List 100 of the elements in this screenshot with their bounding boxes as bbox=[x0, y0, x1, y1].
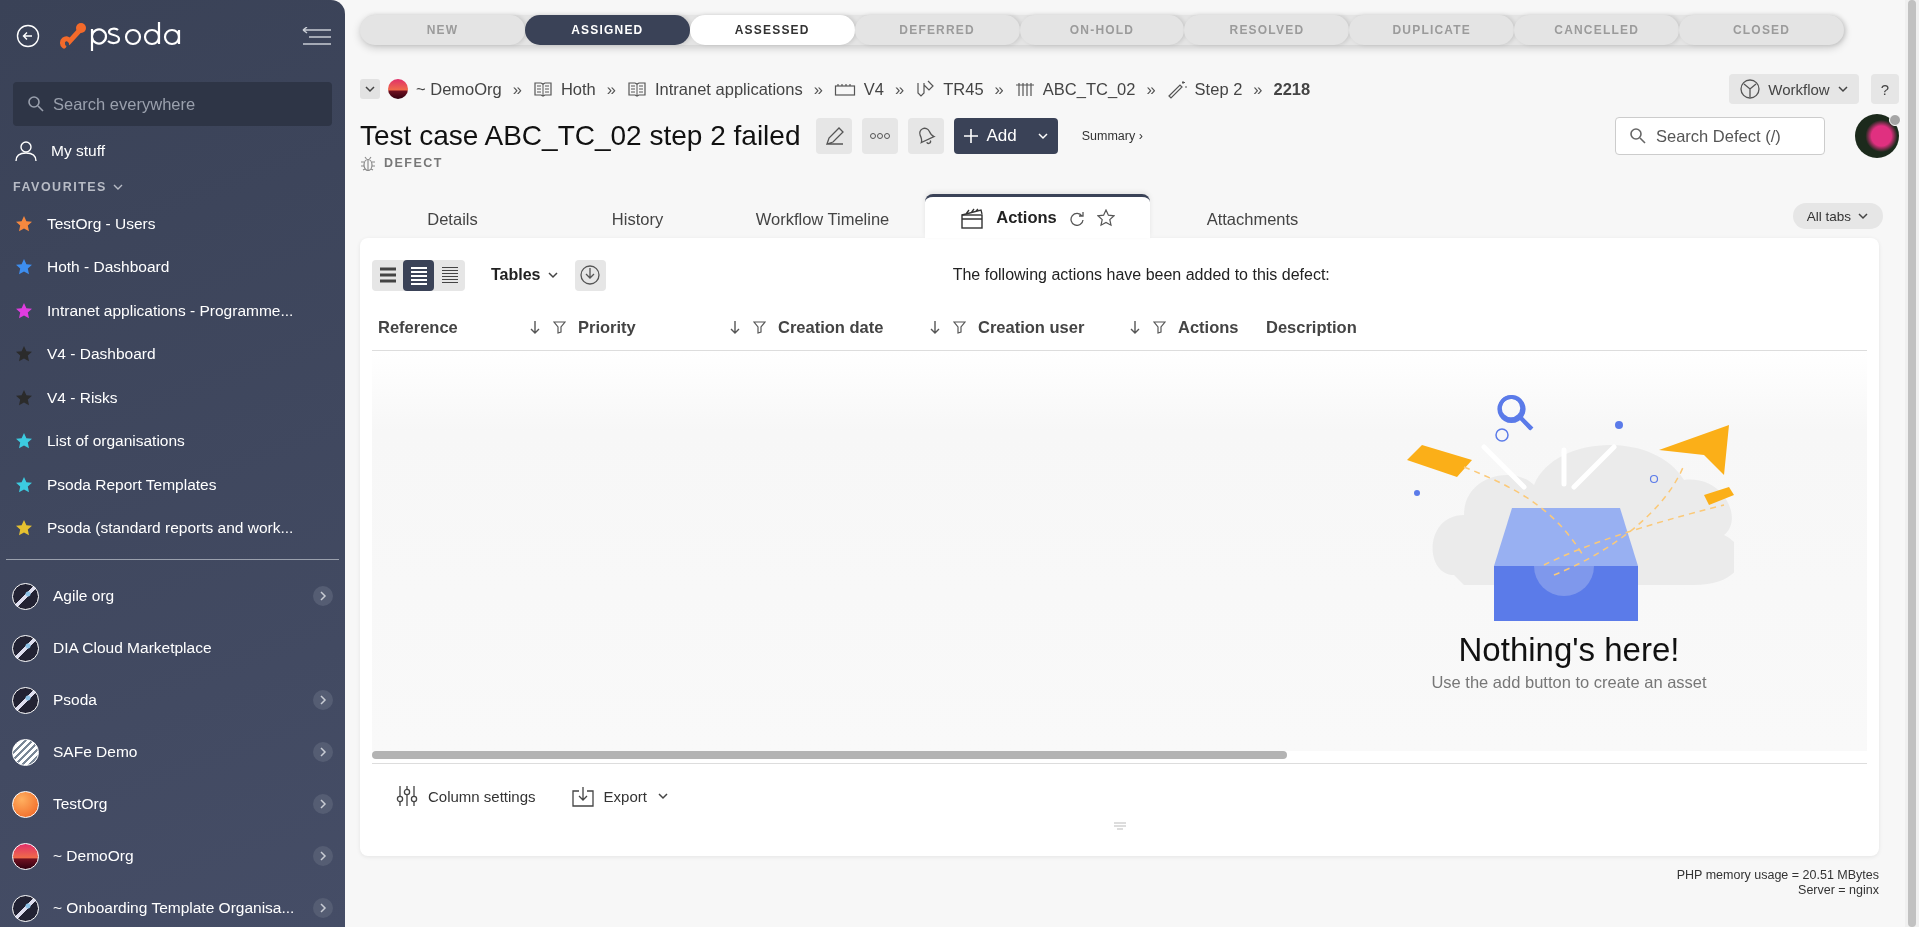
vertical-scrollbar[interactable] bbox=[1908, 0, 1916, 927]
download-button[interactable] bbox=[574, 259, 606, 291]
star-icon[interactable] bbox=[15, 432, 33, 451]
sort-arrow-icon[interactable] bbox=[529, 320, 541, 334]
star-icon[interactable] bbox=[15, 388, 33, 407]
breadcrumb-link[interactable]: ~ DemoOrg bbox=[416, 79, 502, 99]
refresh-icon[interactable] bbox=[1068, 209, 1085, 226]
star-icon[interactable] bbox=[15, 214, 33, 233]
star-icon[interactable] bbox=[15, 519, 33, 538]
column-header[interactable]: Priority bbox=[578, 317, 778, 337]
column-settings-button[interactable]: Column settings bbox=[396, 780, 536, 812]
star-outline-icon[interactable] bbox=[1096, 208, 1115, 227]
tab[interactable]: Workflow Timeline bbox=[730, 200, 915, 238]
workflow-button[interactable]: Workflow bbox=[1729, 74, 1859, 104]
organisation-link[interactable]: ~ Onboarding Template Organisa... bbox=[53, 899, 299, 917]
favourite-link[interactable]: Intranet applications - Programme... bbox=[47, 301, 294, 320]
section-heading[interactable]: FAVOURITES bbox=[13, 180, 107, 194]
breadcrumb-link[interactable]: TR45 bbox=[943, 79, 984, 99]
workflow-step[interactable]: ASSESSED bbox=[689, 15, 855, 45]
organisation-link[interactable]: TestOrg bbox=[53, 795, 299, 813]
breadcrumb-link[interactable]: Intranet applications bbox=[655, 79, 803, 99]
favourite-link[interactable]: Psoda Report Templates bbox=[47, 475, 217, 494]
download-icon bbox=[579, 264, 601, 286]
breadcrumb-link[interactable]: Step 2 bbox=[1194, 79, 1243, 99]
plus-icon bbox=[963, 128, 980, 144]
add-button[interactable]: Add bbox=[954, 118, 1058, 154]
tab[interactable]: Details bbox=[360, 200, 545, 238]
status-dot bbox=[1889, 114, 1901, 126]
rows-icon bbox=[439, 264, 460, 286]
expand-button[interactable] bbox=[313, 846, 333, 866]
column-header[interactable]: Creation user bbox=[978, 317, 1178, 337]
chevron-down-icon[interactable] bbox=[112, 182, 123, 192]
filter-icon[interactable] bbox=[1153, 320, 1166, 334]
organisation-link[interactable]: SAFe Demo bbox=[53, 743, 299, 761]
search-field[interactable]: Search Defect (/) bbox=[1615, 117, 1825, 155]
favourite-link[interactable]: TestOrg - Users bbox=[47, 214, 156, 233]
favourite-link[interactable]: V4 - Dashboard bbox=[47, 345, 156, 364]
filter-icon[interactable] bbox=[953, 320, 966, 334]
breadcrumb-separator: » bbox=[606, 79, 616, 99]
more-button[interactable] bbox=[862, 118, 899, 154]
star-icon[interactable] bbox=[15, 301, 33, 320]
tables-menu-button[interactable]: Tables bbox=[485, 265, 565, 285]
export-icon bbox=[571, 785, 594, 807]
search-icon bbox=[1629, 127, 1646, 144]
tab[interactable]: Actions bbox=[925, 194, 1150, 238]
psoda-logo[interactable] bbox=[58, 20, 88, 52]
user-avatar[interactable] bbox=[1855, 114, 1899, 158]
dropdown-button[interactable] bbox=[360, 79, 380, 99]
favourite-link[interactable]: Psoda (standard reports and work... bbox=[47, 519, 294, 538]
column-header[interactable]: Reference bbox=[378, 317, 578, 337]
expand-button[interactable] bbox=[313, 898, 333, 918]
star-icon[interactable] bbox=[15, 475, 33, 494]
search-field[interactable]: Search everywhere bbox=[13, 82, 332, 126]
view-toggle-button[interactable] bbox=[403, 259, 434, 291]
favourite-link[interactable]: V4 - Risks bbox=[47, 388, 118, 407]
sort-arrow-icon[interactable] bbox=[929, 320, 941, 334]
chevron-right-icon bbox=[317, 590, 329, 602]
chevron-right-icon bbox=[317, 902, 329, 914]
column-header[interactable]: Actions bbox=[1178, 317, 1266, 337]
edit-button[interactable] bbox=[816, 118, 853, 154]
breadcrumb-link[interactable]: ABC_TC_02 bbox=[1042, 79, 1136, 99]
horizontal-scrollbar[interactable] bbox=[372, 751, 1287, 759]
breadcrumb-link[interactable]: Hoth bbox=[560, 79, 596, 99]
test-tubes-icon bbox=[1014, 80, 1035, 98]
sort-arrow-icon[interactable] bbox=[729, 320, 741, 334]
all-tabs-button[interactable]: All tabs bbox=[1792, 203, 1883, 229]
sort-arrow-icon[interactable] bbox=[1129, 320, 1141, 334]
chevron-right-icon bbox=[317, 694, 329, 706]
notification-button[interactable] bbox=[908, 118, 945, 154]
favourite-link[interactable]: Hoth - Dashboard bbox=[47, 258, 170, 277]
workflow-step[interactable]: ASSIGNED bbox=[524, 15, 690, 45]
info-text: The following actions have been added to this defect: bbox=[951, 266, 1331, 284]
expand-button[interactable] bbox=[313, 742, 333, 762]
chevron-down-icon bbox=[1836, 83, 1849, 95]
breadcrumb-separator: » bbox=[813, 79, 823, 99]
filter-icon[interactable] bbox=[553, 320, 566, 334]
column-header[interactable]: Description bbox=[1266, 317, 1354, 337]
star-icon[interactable] bbox=[15, 258, 33, 277]
tab[interactable]: Attachments bbox=[1160, 200, 1345, 238]
organisation-link[interactable]: DIA Cloud Marketplace bbox=[53, 639, 333, 657]
expand-button[interactable] bbox=[313, 586, 333, 606]
chevron-right-icon bbox=[317, 850, 329, 862]
star-icon[interactable] bbox=[15, 345, 33, 364]
organisation-link[interactable]: Agile org bbox=[53, 587, 299, 605]
filter-icon[interactable] bbox=[753, 320, 766, 334]
my-stuff-link[interactable]: My stuff bbox=[51, 142, 105, 160]
help-button[interactable]: ? bbox=[1870, 74, 1899, 104]
back-icon[interactable] bbox=[16, 24, 40, 48]
expand-button[interactable] bbox=[313, 690, 333, 710]
tab[interactable]: History bbox=[545, 200, 730, 238]
export-button[interactable]: Export bbox=[571, 780, 669, 812]
resize-handle-icon[interactable] bbox=[1113, 822, 1126, 830]
empty-state-message: Use the add button to create an asset bbox=[1431, 673, 1707, 692]
expand-button[interactable] bbox=[313, 794, 333, 814]
organisation-link[interactable]: ~ DemoOrg bbox=[53, 847, 299, 865]
summary-link[interactable]: Summary › bbox=[1081, 129, 1143, 143]
column-header[interactable]: Creation date bbox=[778, 317, 978, 337]
breadcrumb-link[interactable]: V4 bbox=[863, 79, 885, 99]
favourite-link[interactable]: List of organisations bbox=[47, 432, 185, 451]
organisation-link[interactable]: Psoda bbox=[53, 691, 299, 709]
